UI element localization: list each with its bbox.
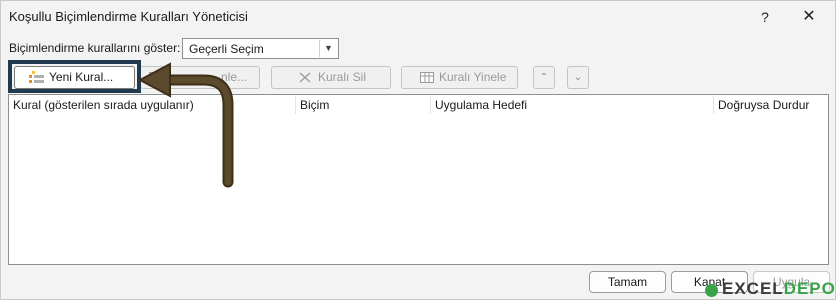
annotation-arrow-icon xyxy=(137,62,234,188)
watermark-text-b: DEPO xyxy=(783,279,836,298)
watermark: EXCELDEPO xyxy=(722,279,836,300)
watermark-logo-icon xyxy=(705,284,718,297)
watermark-text-a: EXCEL xyxy=(722,279,784,298)
